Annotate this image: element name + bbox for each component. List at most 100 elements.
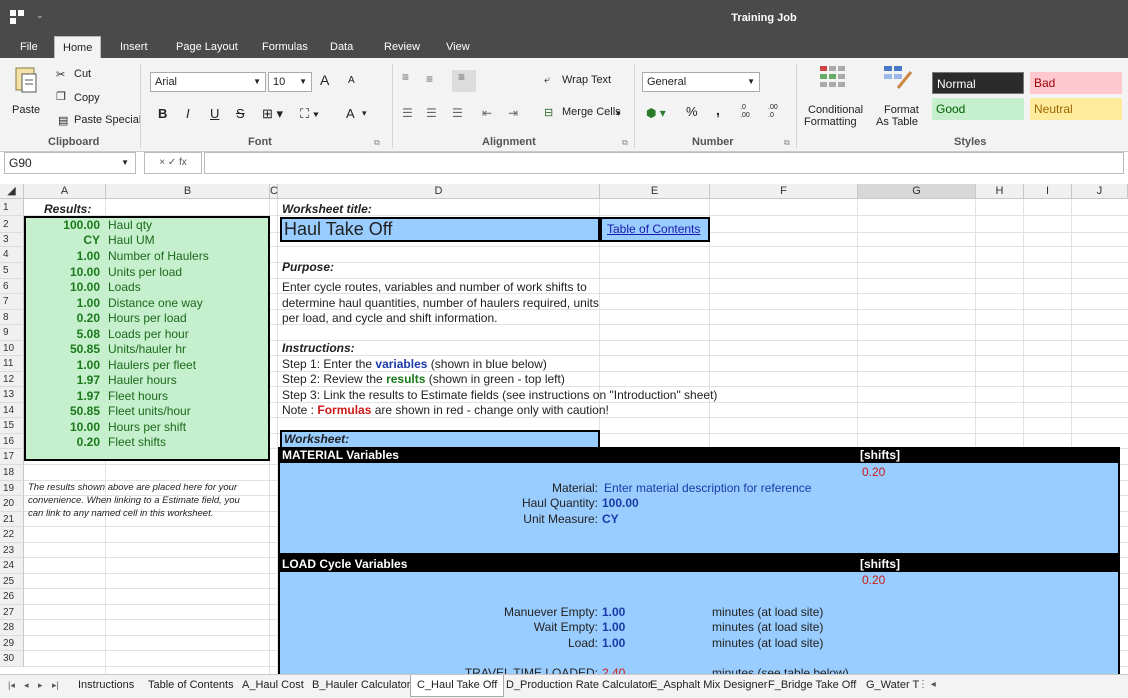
- style-normal[interactable]: Normal: [932, 72, 1024, 94]
- result-value[interactable]: 10.00: [30, 420, 100, 435]
- tab-file[interactable]: File: [12, 36, 46, 58]
- comma-button[interactable]: ,: [716, 102, 720, 118]
- row-header[interactable]: 24: [0, 558, 24, 574]
- row-header[interactable]: 19: [0, 481, 24, 496]
- paste-special-button[interactable]: Paste Special: [74, 114, 141, 126]
- column-header-b[interactable]: B: [106, 184, 270, 199]
- row-header[interactable]: 23: [0, 543, 24, 558]
- material-value[interactable]: Enter material description for reference: [604, 481, 811, 496]
- row-header[interactable]: 7: [0, 294, 24, 310]
- spreadsheet-grid[interactable]: ◢ A B C D E F G H I J 1 2 3 4 5 6 7 8 9 10 11 12 13 1…: [0, 184, 1128, 674]
- increase-decimal-button[interactable]: .0 .00: [740, 104, 750, 120]
- row-header[interactable]: 30: [0, 651, 24, 667]
- row-header[interactable]: 13: [0, 387, 24, 403]
- column-header-f[interactable]: F: [710, 184, 858, 199]
- load-variable-value[interactable]: 1.00: [602, 636, 625, 651]
- row-header[interactable]: 21: [0, 512, 24, 527]
- tab-more-icon[interactable]: ⋮ ◂: [912, 675, 942, 697]
- row-header[interactable]: 3: [0, 233, 24, 247]
- result-value[interactable]: 0.20: [30, 435, 100, 450]
- font-color-dropdown-icon[interactable]: ▾: [362, 108, 367, 119]
- sheet-tab-instructions[interactable]: Instructions: [72, 675, 140, 697]
- column-header-a[interactable]: A: [24, 184, 106, 199]
- result-value[interactable]: 10.00: [30, 265, 100, 280]
- currency-icon[interactable]: ⬢ ▾: [646, 106, 666, 120]
- strikethrough-button[interactable]: S: [236, 106, 245, 121]
- row-header[interactable]: 14: [0, 403, 24, 418]
- align-bottom-icon[interactable]: ≡: [452, 70, 476, 92]
- conditional-formatting-button[interactable]: Conditional: [808, 104, 863, 116]
- row-header[interactable]: 20: [0, 496, 24, 512]
- fill-color-icon[interactable]: ⛶ ▾: [300, 106, 319, 122]
- conditional-formatting-button-line2[interactable]: Formatting: [804, 116, 857, 128]
- style-neutral[interactable]: Neutral: [1030, 98, 1122, 120]
- wrap-text-button[interactable]: Wrap Text: [562, 74, 611, 86]
- column-header-d[interactable]: D: [278, 184, 600, 199]
- result-value[interactable]: 1.97: [30, 389, 100, 404]
- row-header[interactable]: 22: [0, 527, 24, 543]
- format-as-table-button-line2[interactable]: As Table: [876, 116, 918, 128]
- unit-measure-value[interactable]: CY: [602, 512, 619, 527]
- row-header[interactable]: 27: [0, 605, 24, 620]
- bold-button[interactable]: B: [158, 106, 167, 121]
- select-all-corner[interactable]: ◢: [0, 184, 24, 199]
- result-value[interactable]: 100.00: [30, 218, 100, 233]
- row-header[interactable]: 6: [0, 279, 24, 294]
- merge-dropdown-icon[interactable]: ▾: [616, 108, 621, 119]
- borders-icon[interactable]: ⊞ ▾: [262, 106, 283, 122]
- tab-scroll-last-icon[interactable]: ▸|: [46, 675, 65, 697]
- row-header[interactable]: 8: [0, 310, 24, 325]
- row-header[interactable]: 11: [0, 356, 24, 372]
- result-value[interactable]: 5.08: [30, 327, 100, 342]
- sheet-tab-table-of-contents[interactable]: Table of Contents: [142, 675, 240, 697]
- result-value[interactable]: 1.00: [30, 296, 100, 311]
- column-header-j[interactable]: J: [1072, 184, 1128, 199]
- result-value[interactable]: 50.85: [30, 342, 100, 357]
- row-header[interactable]: 1: [0, 199, 24, 216]
- tab-home[interactable]: Home: [54, 36, 102, 58]
- sheet-tab-a-haul-cost[interactable]: A_Haul Cost: [236, 675, 310, 697]
- sheet-tab-b-hauler-calculator[interactable]: B_Hauler Calculator: [306, 675, 416, 697]
- tab-data[interactable]: Data: [322, 36, 361, 58]
- italic-button[interactable]: I: [186, 106, 190, 121]
- cut-button[interactable]: Cut: [74, 68, 91, 80]
- align-top-icon[interactable]: ≡: [402, 70, 409, 84]
- row-header[interactable]: 17: [0, 449, 24, 465]
- result-value[interactable]: 50.85: [30, 404, 100, 419]
- result-value[interactable]: CY: [30, 233, 100, 248]
- column-header-e[interactable]: E: [600, 184, 710, 199]
- name-box[interactable]: G90 ▼: [4, 152, 136, 174]
- number-format-select[interactable]: General ▼: [642, 72, 760, 92]
- result-value[interactable]: 1.00: [30, 358, 100, 373]
- table-of-contents-link[interactable]: Table of Contents: [600, 217, 710, 242]
- sheet-tab-c-haul-take-off[interactable]: C_Haul Take Off: [410, 675, 505, 697]
- increase-indent-icon[interactable]: ⇥: [508, 106, 518, 120]
- row-header[interactable]: 25: [0, 574, 24, 589]
- sheet-tab-d-production-rate-calculator[interactable]: D_Production Rate Calculator: [500, 675, 658, 697]
- row-header[interactable]: 18: [0, 465, 24, 481]
- tab-view[interactable]: View: [438, 36, 478, 58]
- row-header[interactable]: 9: [0, 325, 24, 341]
- row-header[interactable]: 10: [0, 341, 24, 356]
- shrink-font-button[interactable]: A: [348, 75, 355, 86]
- tab-insert[interactable]: Insert: [112, 36, 156, 58]
- row-header[interactable]: 28: [0, 620, 24, 636]
- row-header[interactable]: 4: [0, 247, 24, 263]
- paste-button[interactable]: Paste: [12, 104, 40, 116]
- column-header-g[interactable]: G: [858, 184, 976, 199]
- format-as-table-button[interactable]: Format: [884, 104, 919, 116]
- align-left-icon[interactable]: ☰: [402, 106, 413, 120]
- column-header-i[interactable]: I: [1024, 184, 1072, 199]
- result-value[interactable]: 0.20: [30, 311, 100, 326]
- underline-button[interactable]: U: [210, 106, 219, 121]
- row-header[interactable]: 12: [0, 372, 24, 387]
- font-size-select[interactable]: 10 ▼: [268, 72, 312, 92]
- font-launcher-icon[interactable]: ⧉: [374, 138, 380, 148]
- grow-font-button[interactable]: A: [320, 72, 329, 88]
- formula-tools[interactable]: × ✓ fx: [144, 152, 202, 174]
- result-value[interactable]: 10.00: [30, 280, 100, 295]
- sheet-tab-e-asphalt-mix-designer[interactable]: E_Asphalt Mix Designer: [644, 675, 773, 697]
- haul-quantity-value[interactable]: 100.00: [602, 496, 639, 511]
- number-launcher-icon[interactable]: ⧉: [784, 138, 790, 148]
- row-header[interactable]: 26: [0, 589, 24, 605]
